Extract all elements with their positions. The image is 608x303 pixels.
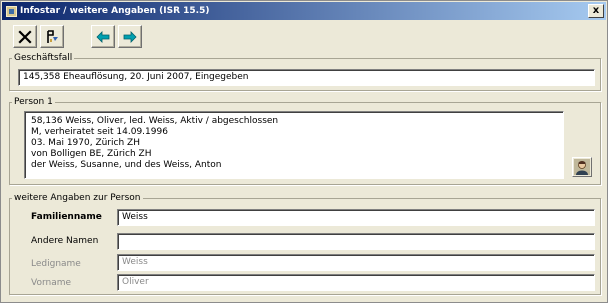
- person-legend: Person 1: [14, 97, 53, 107]
- person-line-3: 03. Mai 1970, Zürich ZH: [31, 138, 140, 148]
- familienname-label: Familienname: [31, 212, 102, 222]
- ledigname-label: Ledigname: [31, 259, 81, 269]
- person-line-5: der Weiss, Susanne, und des Weiss, Anton: [31, 160, 222, 170]
- weitere-angaben-legend: weitere Angaben zur Person: [14, 193, 141, 203]
- arrow-left-icon: [96, 30, 110, 43]
- title-bar: Infostar / weitere Angaben (ISR 15.5) x: [2, 2, 606, 20]
- person-line-1: 58,136 Weiss, Oliver, led. Weiss, Aktiv …: [31, 116, 279, 126]
- window-title: Infostar / weitere Angaben (ISR 15.5): [20, 6, 210, 16]
- person-lookup-button[interactable]: [572, 157, 592, 177]
- geschaeftsfall-field[interactable]: 145,358 Eheauflösung, 20. Juni 2007, Ein…: [18, 69, 595, 86]
- arrow-right-icon: [123, 30, 137, 43]
- close-button[interactable]: x: [588, 4, 604, 18]
- ledigname-field[interactable]: Weiss: [117, 254, 595, 271]
- vorname-field[interactable]: Oliver: [117, 274, 595, 291]
- cancel-button[interactable]: [13, 25, 37, 48]
- andere-namen-label: Andere Namen: [31, 236, 99, 246]
- app-icon: [6, 5, 17, 17]
- back-button[interactable]: [91, 25, 115, 48]
- forward-button[interactable]: [118, 25, 142, 48]
- save-icon: [47, 29, 58, 43]
- person-details-box[interactable]: 58,136 Weiss, Oliver, led. Weiss, Aktiv …: [24, 111, 564, 179]
- person-line-4: von Bolligen BE, Zürich ZH: [31, 149, 152, 159]
- person-line-2: M, verheiratet seit 14.09.1996: [31, 127, 168, 137]
- dialog-window: Infostar / weitere Angaben (ISR 15.5) x: [0, 0, 608, 303]
- x-icon: [18, 29, 32, 44]
- save-button[interactable]: [40, 25, 64, 48]
- familienname-field[interactable]: Weiss: [117, 209, 595, 226]
- vorname-label: Vorname: [31, 278, 72, 288]
- andere-namen-field[interactable]: [117, 233, 595, 250]
- geschaeftsfall-legend: Geschäftsfall: [14, 53, 73, 63]
- person-icon: [574, 159, 590, 175]
